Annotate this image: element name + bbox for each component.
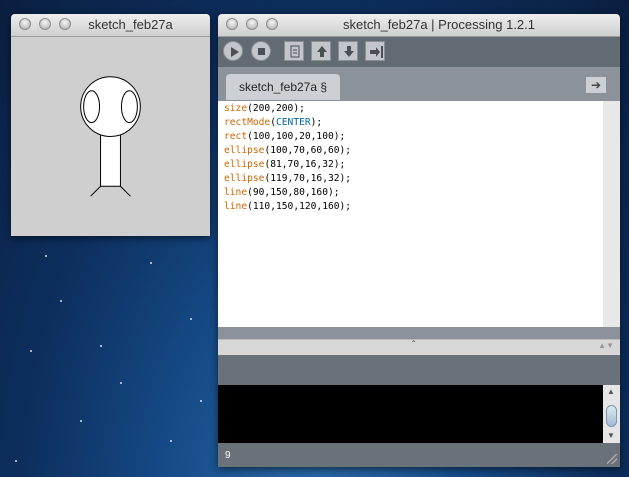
new-button[interactable] xyxy=(284,41,304,61)
code-line[interactable]: ellipse(119,70,16,32); xyxy=(218,172,603,186)
editor-scrollbar[interactable] xyxy=(603,101,620,327)
close-button[interactable] xyxy=(19,18,31,30)
robot-right-eye xyxy=(120,90,138,124)
code-keyword: size xyxy=(224,103,248,114)
robot-right-leg xyxy=(120,185,131,197)
code-constant: CENTER xyxy=(276,117,311,128)
code-text: (100,100,20,100); xyxy=(247,131,346,142)
scroll-thumb[interactable] xyxy=(606,405,617,427)
code-keyword: rect xyxy=(224,131,248,142)
code-text: (200,200); xyxy=(247,103,305,114)
code-editor[interactable]: size(200,200); rectMode(CENTER); rect(100,… xyxy=(218,101,603,327)
export-icon xyxy=(370,46,383,58)
processing-ide-window[interactable]: sketch_feb27a | Processing 1.2.1 sketch_… xyxy=(218,14,620,467)
code-text: ); xyxy=(310,117,323,128)
code-text: (90,150,80,160); xyxy=(247,187,340,198)
code-keyword: line xyxy=(224,187,248,198)
save-button[interactable] xyxy=(338,41,358,61)
code-keyword: line xyxy=(224,201,248,212)
code-line[interactable]: ellipse(100,70,60,60); xyxy=(218,144,603,158)
code-line[interactable]: size(200,200); xyxy=(218,102,603,116)
code-line[interactable]: ellipse(81,70,16,32); xyxy=(218,158,603,172)
code-line[interactable]: line(110,150,120,160); xyxy=(218,200,603,214)
console-output[interactable] xyxy=(218,385,603,443)
code-keyword: ellipse xyxy=(224,173,265,184)
stop-icon xyxy=(258,48,265,55)
sketch-canvas xyxy=(11,37,210,236)
code-line[interactable]: line(90,150,80,160); xyxy=(218,186,603,200)
export-button[interactable] xyxy=(365,41,385,61)
ide-window-title: sketch_feb27a | Processing 1.2.1 xyxy=(343,17,535,32)
code-line[interactable]: rectMode(CENTER); xyxy=(218,116,603,130)
minimize-button[interactable] xyxy=(39,18,51,30)
code-text: (100,70,60,60); xyxy=(264,145,352,156)
console-scrollbar[interactable]: ▲ ▼ xyxy=(603,385,620,443)
scroll-up-arrow-icon[interactable]: ▲ xyxy=(607,387,615,396)
resize-grip-icon[interactable] xyxy=(607,454,617,464)
sketch-window-title: sketch_feb27a xyxy=(88,17,173,32)
ide-titlebar[interactable]: sketch_feb27a | Processing 1.2.1 xyxy=(218,14,620,37)
message-area xyxy=(218,355,620,385)
tab-sketch[interactable]: sketch_feb27a § xyxy=(226,74,340,100)
minimize-button[interactable] xyxy=(246,18,258,30)
run-button[interactable] xyxy=(223,41,243,61)
divider-handle-icon[interactable]: ˆ xyxy=(412,340,415,351)
code-text: (110,150,120,160); xyxy=(247,201,352,212)
code-text: (119,70,16,32); xyxy=(264,173,352,184)
code-text: (81,70,16,32); xyxy=(264,159,346,170)
stop-button[interactable] xyxy=(251,41,271,61)
scroll-down-arrow-icon[interactable]: ▼ xyxy=(607,431,615,440)
toolbar xyxy=(218,37,620,67)
play-icon xyxy=(231,47,239,57)
tab-bar: sketch_feb27a § ➔ xyxy=(218,67,620,101)
tab-menu-arrow-icon[interactable]: ➔ xyxy=(586,77,606,93)
status-bar: 9 xyxy=(218,443,620,467)
sketch-titlebar[interactable]: sketch_feb27a xyxy=(11,14,210,37)
code-keyword: rectMode xyxy=(224,117,271,128)
divider-arrows-icon[interactable]: ▲▼ xyxy=(598,341,614,350)
open-button[interactable] xyxy=(311,41,331,61)
sketch-output-window[interactable]: sketch_feb27a xyxy=(11,14,210,236)
save-icon xyxy=(344,46,354,57)
robot-left-eye xyxy=(83,90,101,124)
editor-console-divider[interactable]: ˆ ▲▼ xyxy=(218,339,620,355)
open-icon xyxy=(317,46,327,57)
code-keyword: ellipse xyxy=(224,145,265,156)
close-button[interactable] xyxy=(226,18,238,30)
new-file-icon xyxy=(290,45,300,58)
line-number: 9 xyxy=(225,450,231,461)
robot-left-leg xyxy=(90,185,101,197)
code-keyword: ellipse xyxy=(224,159,265,170)
code-line[interactable]: rect(100,100,20,100); xyxy=(218,130,603,144)
